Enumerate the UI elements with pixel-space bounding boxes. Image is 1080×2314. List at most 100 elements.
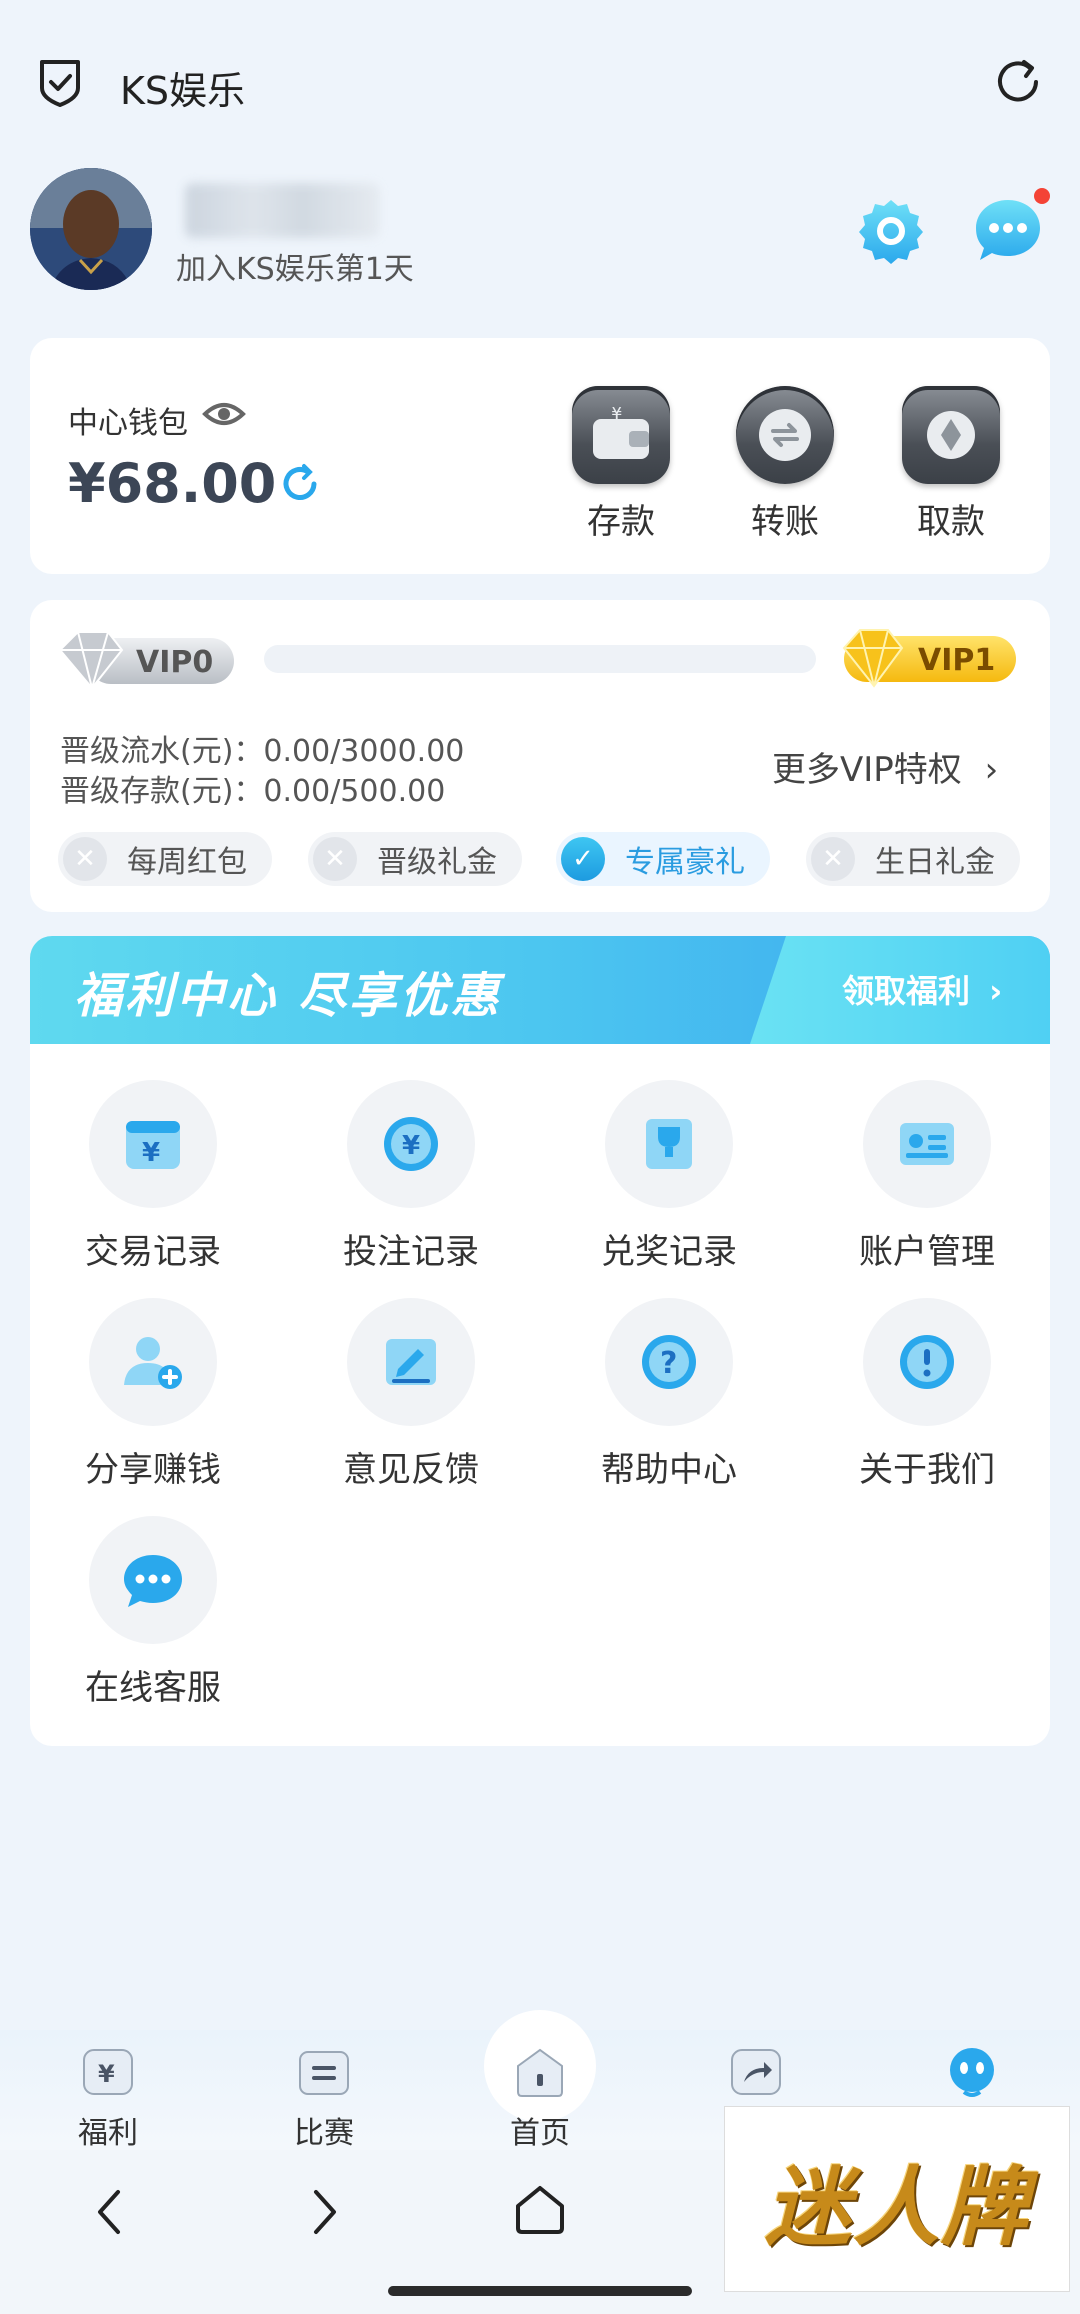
home-icon: [517, 2048, 563, 2097]
vip-progress-bar: [264, 645, 816, 673]
username-blurred: [185, 183, 380, 238]
tab-label: 福利: [78, 2116, 138, 2151]
message-icon[interactable]: [972, 194, 1044, 266]
shield-check-icon: [40, 60, 80, 107]
grid-label: 交易记录: [85, 1232, 221, 1272]
grid-account-management[interactable]: 账户管理: [827, 1080, 1027, 1273]
wallet-balance: ¥68.00: [68, 452, 277, 515]
share-icon: [731, 2049, 781, 2095]
close-icon: ✕: [63, 837, 107, 881]
watermark-text: 迷人牌: [765, 2156, 1029, 2258]
transfer-icon: [736, 386, 834, 484]
tab-matches[interactable]: 比赛: [254, 2044, 394, 2152]
id-card-icon: [863, 1080, 991, 1208]
grid-online-support[interactable]: 在线客服: [53, 1516, 253, 1709]
svg-text:¥: ¥: [142, 1138, 160, 1168]
avatar[interactable]: [30, 168, 152, 290]
claim-welfare-label: 领取福利: [842, 972, 971, 1010]
tab-home[interactable]: 首页: [470, 2044, 610, 2152]
back-icon[interactable]: [90, 2184, 130, 2240]
join-days-label: 加入KS娱乐第1天: [176, 252, 414, 287]
check-icon: ✓: [561, 837, 605, 881]
perk-label: 晋级礼金: [377, 845, 497, 880]
withdraw-icon: [902, 386, 1000, 484]
perk-label: 生日礼金: [875, 845, 995, 880]
schedule-icon: [299, 2051, 349, 2095]
avatar-photo: [30, 168, 152, 290]
grid-redeem-records[interactable]: 兑奖记录: [569, 1080, 769, 1273]
withdraw-button[interactable]: 取款: [896, 386, 1006, 543]
vip0-badge: VIP0: [58, 631, 234, 692]
more-vip-link[interactable]: 更多VIP特权 ›: [772, 742, 998, 791]
edit-icon: [347, 1298, 475, 1426]
question-icon: ?: [605, 1298, 733, 1426]
claim-welfare-link[interactable]: 领取福利 ›: [842, 966, 1002, 1012]
close-icon: ✕: [313, 837, 357, 881]
vip0-text: VIP0: [136, 645, 213, 680]
tab-welfare[interactable]: ¥ 福利: [38, 2044, 178, 2152]
home-indicator[interactable]: [388, 2286, 692, 2296]
grid-label: 分享赚钱: [85, 1450, 221, 1490]
tab-profile[interactable]: [902, 2044, 1042, 2108]
chevron-right-icon: ›: [984, 750, 999, 790]
user-add-icon: [89, 1298, 217, 1426]
welfare-title: 福利中心 尽享优惠: [74, 968, 502, 1024]
perk-upgrade-bonus[interactable]: ✕ 晋级礼金: [308, 832, 522, 886]
home-outline-icon[interactable]: [512, 2182, 568, 2238]
perk-exclusive-gift[interactable]: ✓ 专属豪礼: [556, 832, 770, 886]
grid-label: 兑奖记录: [601, 1232, 737, 1272]
refresh-icon[interactable]: [992, 56, 1044, 108]
transfer-button[interactable]: 转账: [730, 386, 840, 543]
vip1-badge: VIP1: [842, 629, 1016, 688]
perk-birthday-bonus[interactable]: ✕ 生日礼金: [806, 832, 1020, 886]
grid-label: 帮助中心: [601, 1450, 737, 1490]
robot-icon: [950, 2048, 994, 2097]
svg-text:¥: ¥: [98, 2060, 115, 2088]
info-icon: [863, 1298, 991, 1426]
tab-label: 比赛: [294, 2116, 354, 2151]
grid-label: 投注记录: [343, 1232, 479, 1272]
forward-icon[interactable]: [304, 2184, 344, 2240]
vip-deposit-requirement: 晋级存款(元)：0.00/500.00: [60, 774, 446, 809]
watermark-logo: 迷人牌: [724, 2106, 1070, 2292]
yen-coin-icon: ¥: [347, 1080, 475, 1208]
grid-help-center[interactable]: ? 帮助中心: [569, 1298, 769, 1491]
trophy-icon: [605, 1080, 733, 1208]
grid-share-earn[interactable]: 分享赚钱: [53, 1298, 253, 1491]
chat-icon: [89, 1516, 217, 1644]
balance-refresh-icon[interactable]: [278, 462, 322, 506]
calendar-yen-icon: ¥: [89, 1080, 217, 1208]
transfer-label: 转账: [751, 502, 819, 542]
wallet-label: 中心钱包: [68, 406, 188, 441]
vip1-text: VIP1: [918, 643, 995, 678]
grid-label: 在线客服: [85, 1668, 221, 1708]
svg-text:¥: ¥: [611, 407, 622, 424]
app-title: KS娱乐: [120, 69, 246, 113]
deposit-button[interactable]: ¥ 存款: [566, 386, 676, 543]
vip-flow-requirement: 晋级流水(元)：0.00/3000.00: [60, 734, 465, 769]
grid-transaction-records[interactable]: ¥ 交易记录: [53, 1080, 253, 1273]
grid-bet-records[interactable]: ¥ 投注记录: [311, 1080, 511, 1273]
grid-label: 关于我们: [859, 1450, 995, 1490]
grid-about-us[interactable]: 关于我们: [827, 1298, 1027, 1491]
close-icon: ✕: [811, 837, 855, 881]
grid-label: 账户管理: [859, 1232, 995, 1272]
withdraw-label: 取款: [917, 502, 985, 542]
gear-icon[interactable]: [856, 196, 926, 266]
svg-text:¥: ¥: [402, 1131, 420, 1161]
notification-dot: [1034, 188, 1050, 204]
perk-label: 专属豪礼: [625, 845, 745, 880]
tab-label: 首页: [510, 2116, 570, 2151]
tab-share[interactable]: [686, 2044, 826, 2108]
perk-label: 每周红包: [127, 845, 247, 880]
svg-text:?: ?: [660, 1346, 677, 1381]
grid-feedback[interactable]: 意见反馈: [311, 1298, 511, 1491]
perk-weekly-redpacket[interactable]: ✕ 每周红包: [58, 832, 272, 886]
yen-gift-icon: ¥: [83, 2049, 133, 2095]
deposit-label: 存款: [587, 502, 655, 542]
more-vip-label: 更多VIP特权: [772, 750, 962, 790]
grid-label: 意见反馈: [343, 1450, 479, 1490]
chevron-right-icon: ›: [989, 972, 1003, 1010]
eye-icon[interactable]: [202, 398, 246, 430]
wallet-icon: ¥: [572, 386, 670, 484]
